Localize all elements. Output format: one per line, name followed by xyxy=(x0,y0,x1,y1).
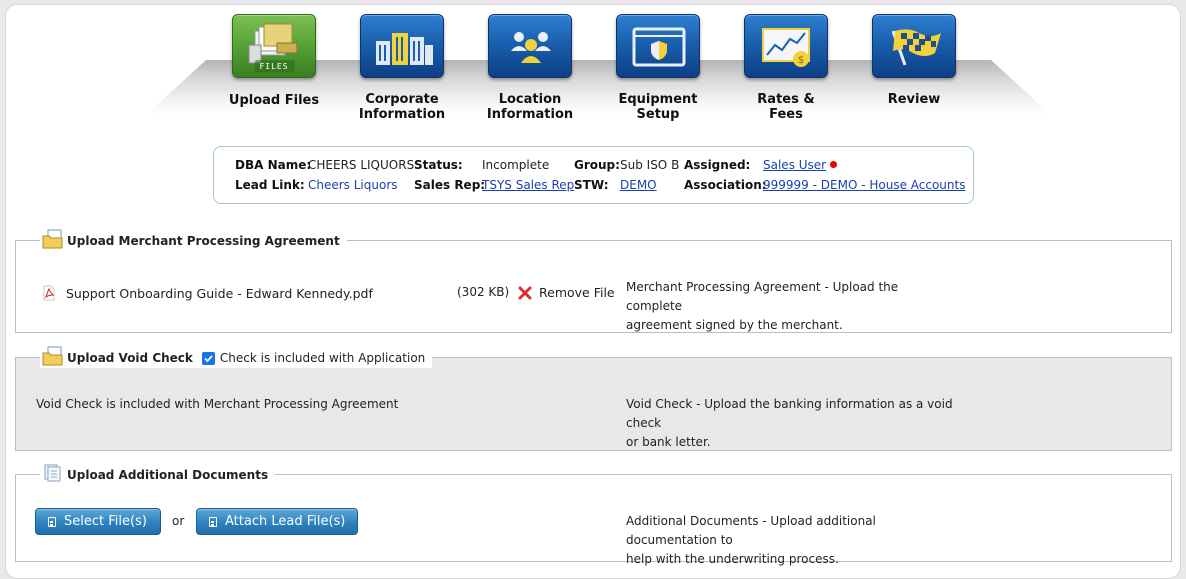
files-icon: FILES xyxy=(232,14,316,78)
assigned-value: Sales User xyxy=(763,158,838,172)
help-line: Merchant Processing Agreement - Upload t… xyxy=(626,280,899,313)
help-line: Void Check - Upload the banking informat… xyxy=(626,397,953,430)
folder-upload-icon xyxy=(42,229,63,249)
pdf-file-icon xyxy=(43,285,55,301)
dba-name-value: CHEERS LIQUORS xyxy=(308,158,415,172)
help-line: Additional Documents - Upload additional… xyxy=(626,514,876,547)
step-label: Rates & Fees xyxy=(757,92,815,122)
group-value: Sub ISO B xyxy=(620,158,680,172)
files-tile-text: FILES xyxy=(259,62,289,71)
stw-link[interactable]: DEMO xyxy=(620,178,657,192)
attach-lead-files-label: Attach Lead File(s) xyxy=(225,514,346,529)
uploaded-file-name[interactable]: Support Onboarding Guide - Edward Kenned… xyxy=(66,286,373,301)
uploaded-file-row: Support Onboarding Guide - Edward Kenned… xyxy=(42,283,373,303)
document-icon xyxy=(209,517,217,527)
step-rates-fees[interactable]: $ Rates & Fees xyxy=(726,14,846,122)
additional-help-text: Additional Documents - Upload additional… xyxy=(626,512,956,569)
remove-file-button[interactable]: Remove File xyxy=(518,285,615,300)
step-label: Location Information xyxy=(486,92,574,122)
step-label: Corporate Information xyxy=(358,92,446,122)
association-link[interactable]: 999999 - DEMO - House Accounts xyxy=(763,178,965,192)
rates-chart-icon: $ xyxy=(744,14,828,78)
additional-section-title: Upload Additional Documents xyxy=(67,468,269,482)
void-check-included-checkbox[interactable] xyxy=(201,351,215,365)
step-upload-files[interactable]: FILES Upload Files xyxy=(214,14,334,108)
remove-x-icon xyxy=(518,286,532,299)
folder-upload-icon xyxy=(42,346,63,366)
void-check-section: Upload Void Check Check is included with… xyxy=(15,346,1172,452)
status-value: Incomplete xyxy=(482,158,550,172)
void-section-legend: Upload Void Check Check is included with… xyxy=(40,346,433,368)
help-line: or bank letter. xyxy=(626,435,711,449)
sales-rep-label: Sales Rep: xyxy=(414,178,486,192)
dba-name-label: DBA Name: xyxy=(235,158,312,172)
mpa-section-title: Upload Merchant Processing Agreement xyxy=(67,234,340,248)
step-review[interactable]: Review xyxy=(854,14,974,107)
mpa-upload-section: Upload Merchant Processing Agreement Sup… xyxy=(15,229,1172,335)
select-files-button[interactable]: Select File(s) xyxy=(35,508,161,535)
buildings-icon xyxy=(360,14,444,78)
status-label: Status: xyxy=(414,158,463,172)
mpa-section-legend: Upload Merchant Processing Agreement xyxy=(40,229,347,251)
step-equipment-setup[interactable]: Equipment Setup xyxy=(598,14,718,122)
lead-link-label: Lead Link: xyxy=(235,178,305,192)
select-files-label: Select File(s) xyxy=(64,514,147,529)
sales-rep-link[interactable]: TSYS Sales Rep xyxy=(482,178,574,192)
group-label: Group: xyxy=(574,158,620,172)
mpa-help-text: Merchant Processing Agreement - Upload t… xyxy=(626,278,956,335)
stw-label: STW: xyxy=(574,178,609,192)
checkmark-icon xyxy=(204,354,213,362)
secure-browser-icon xyxy=(616,14,700,78)
association-label: Association: xyxy=(684,178,767,192)
void-section-title: Upload Void Check xyxy=(67,351,193,365)
step-label: Equipment Setup xyxy=(618,92,698,122)
people-icon xyxy=(488,14,572,78)
step-label: Upload Files xyxy=(228,93,320,108)
help-line: help with the underwriting process. xyxy=(626,552,839,566)
checkered-flag-icon xyxy=(872,14,956,78)
step-corporate-information[interactable]: Corporate Information xyxy=(342,14,462,122)
remove-file-label: Remove File xyxy=(539,285,615,300)
additional-section-legend: Upload Additional Documents xyxy=(40,464,276,485)
uploaded-file-size: (302 KB) xyxy=(457,285,510,299)
page-container: FILES Upload Files Corporate Information xyxy=(5,4,1181,579)
document-icon xyxy=(48,517,56,527)
help-line: agreement signed by the merchant. xyxy=(626,318,843,332)
status-dot-icon xyxy=(830,161,838,168)
lead-link[interactable]: Cheers Liquors xyxy=(308,178,398,192)
void-checkbox-label[interactable]: Check is included with Application xyxy=(220,348,425,368)
or-separator: or xyxy=(172,514,185,528)
step-location-information[interactable]: Location Information xyxy=(470,14,590,122)
step-label: Review xyxy=(887,92,941,107)
documents-stack-icon xyxy=(44,464,61,482)
attach-lead-files-button[interactable]: Attach Lead File(s) xyxy=(196,508,358,535)
svg-text:$: $ xyxy=(798,55,804,66)
additional-docs-section: Upload Additional Documents Additional D… xyxy=(15,464,1172,566)
void-check-note: Void Check is included with Merchant Pro… xyxy=(36,397,399,411)
void-help-text: Void Check - Upload the banking informat… xyxy=(626,395,956,452)
assigned-user-link[interactable]: Sales User xyxy=(763,158,826,172)
application-info-panel: DBA Name: CHEERS LIQUORS Status: Incompl… xyxy=(213,146,974,204)
assigned-label: Assigned: xyxy=(684,158,751,172)
